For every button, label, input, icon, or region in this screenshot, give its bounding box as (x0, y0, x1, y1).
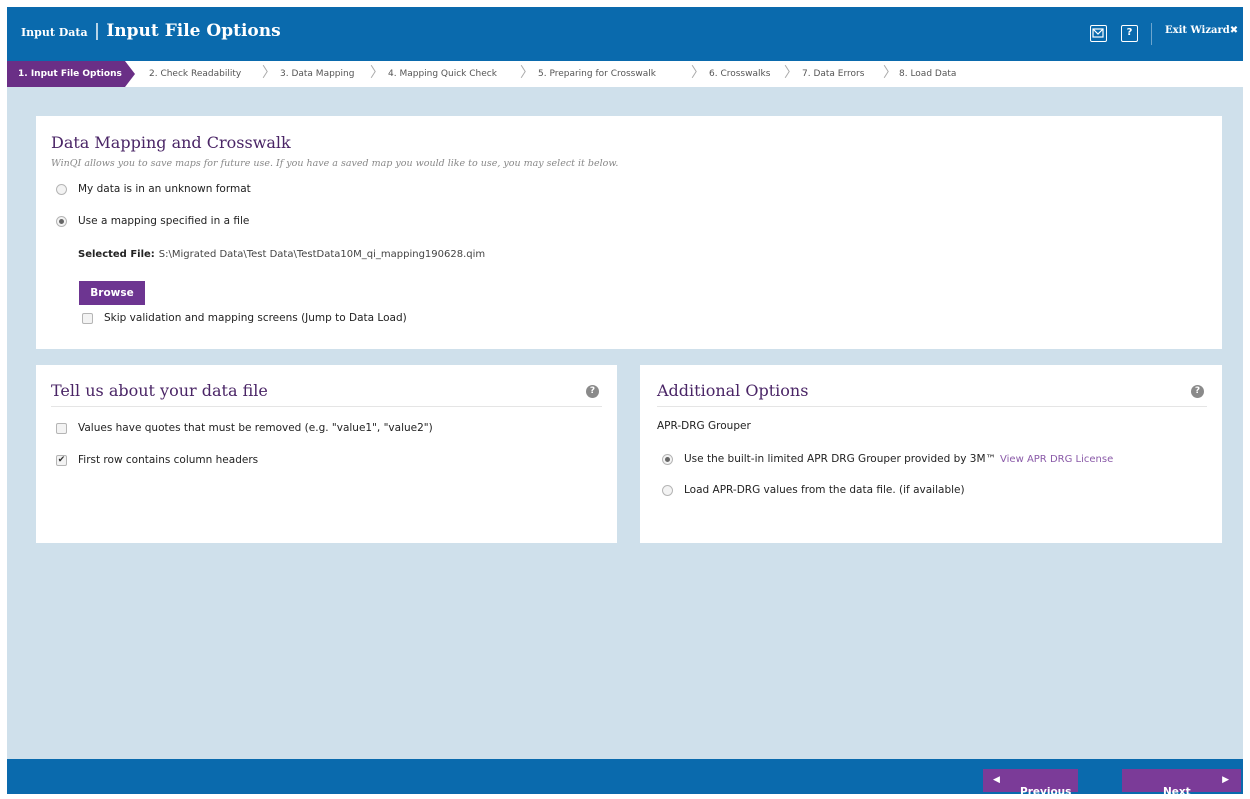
chevron-right-icon: 〉 (691, 65, 705, 81)
close-icon: ✖ (1229, 25, 1239, 36)
load-apr-drg-option[interactable]: Load APR-DRG values from the data file. … (662, 484, 965, 496)
step-check-readability[interactable]: 2. Check Readability (149, 61, 241, 87)
selected-file-row: Selected File: S:\Migrated Data\Test Dat… (78, 249, 485, 260)
skip-validation-label: Skip validation and mapping screens (Jum… (104, 312, 407, 324)
data-mapping-subtitle: WinQI allows you to save maps for future… (51, 158, 619, 169)
mail-icon (1092, 28, 1104, 38)
step-load-data[interactable]: 8. Load Data (899, 61, 956, 87)
step-data-errors[interactable]: 7. Data Errors (802, 61, 864, 87)
headers-label: First row contains column headers (78, 454, 259, 466)
footer-bar: ◀ Previous Next ▶ (7, 759, 1243, 794)
additional-options-panel: Additional Options ? APR-DRG Grouper Use… (640, 365, 1222, 543)
selected-file-path: S:\Migrated Data\Test Data\TestData10M_q… (158, 249, 486, 260)
browse-button[interactable]: Browse (79, 281, 145, 305)
arrow-left-icon: ◀ (993, 775, 1000, 785)
data-mapping-panel: Data Mapping and Crosswalk WinQI allows … (36, 116, 1222, 349)
exit-wizard-button[interactable]: Exit Wizard✖ (1165, 25, 1238, 36)
title-separator: | (94, 21, 100, 41)
mapping-file-option[interactable]: Use a mapping specified in a file (56, 215, 249, 227)
panel-divider (51, 406, 602, 407)
chevron-right-icon: 〉 (883, 65, 897, 81)
page-title: Input Data | Input File Options (21, 21, 281, 41)
help-icon[interactable]: ? (586, 385, 599, 398)
header-divider (1151, 23, 1152, 45)
exit-wizard-label: Exit Wizard (1165, 25, 1230, 36)
mapping-file-radio[interactable] (56, 215, 67, 227)
skip-validation-option[interactable]: Skip validation and mapping screens (Jum… (82, 312, 407, 324)
step-bar: 1. Input File Options 2. Check Readabili… (7, 61, 1243, 87)
chevron-right-icon: 〉 (520, 65, 534, 81)
chevron-right-icon: 〉 (784, 65, 798, 81)
builtin-grouper-option[interactable]: Use the built-in limited APR DRG Grouper… (662, 453, 1113, 465)
wizard-frame: Input Data | Input File Options ? Exit W… (7, 7, 1243, 794)
arrow-right-icon: ▶ (1222, 775, 1229, 785)
next-button[interactable]: Next ▶ (1122, 769, 1241, 795)
data-file-title: Tell us about your data file (51, 381, 268, 400)
chevron-right-icon: 〉 (370, 65, 384, 81)
builtin-grouper-radio[interactable] (662, 453, 673, 465)
unknown-format-option[interactable]: My data is in an unknown format (56, 183, 251, 195)
panel-divider (657, 406, 1207, 407)
mail-button[interactable] (1090, 25, 1107, 42)
step-crosswalks[interactable]: 6. Crosswalks (709, 61, 770, 87)
step-preparing-for-crosswalk[interactable]: 5. Preparing for Crosswalk (538, 61, 656, 87)
help-button[interactable]: ? (1121, 25, 1138, 42)
data-file-panel: Tell us about your data file ? Values ha… (36, 365, 617, 543)
next-label: Next (1163, 785, 1191, 795)
step-data-mapping[interactable]: 3. Data Mapping (280, 61, 354, 87)
unknown-format-radio[interactable] (56, 183, 67, 195)
load-apr-drg-label: Load APR-DRG values from the data file. … (684, 484, 965, 496)
title-main: Input File Options (106, 21, 281, 41)
help-icon: ? (1126, 27, 1133, 38)
headers-option[interactable]: ✔ First row contains column headers (56, 454, 258, 466)
step-input-file-options[interactable]: 1. Input File Options (7, 61, 135, 87)
help-icon[interactable]: ? (1191, 385, 1204, 398)
quotes-checkbox[interactable] (56, 422, 67, 434)
data-mapping-title: Data Mapping and Crosswalk (51, 133, 291, 152)
load-apr-drg-radio[interactable] (662, 484, 673, 496)
additional-options-title: Additional Options (657, 381, 809, 400)
unknown-format-label: My data is in an unknown format (78, 183, 251, 195)
quotes-option[interactable]: Values have quotes that must be removed … (56, 422, 433, 434)
selected-file-label: Selected File: (78, 249, 155, 260)
previous-button[interactable]: ◀ Previous (983, 769, 1078, 795)
quotes-label: Values have quotes that must be removed … (78, 422, 433, 434)
apr-drg-grouper-label: APR-DRG Grouper (657, 420, 751, 432)
headers-checkbox[interactable]: ✔ (56, 454, 67, 466)
header-bar: Input Data | Input File Options ? Exit W… (7, 7, 1243, 61)
chevron-right-icon: 〉 (262, 65, 276, 81)
mapping-file-label: Use a mapping specified in a file (78, 215, 250, 227)
previous-label: Previous (1020, 785, 1072, 795)
step-mapping-quick-check[interactable]: 4. Mapping Quick Check (388, 61, 497, 87)
title-section: Input Data (21, 26, 88, 39)
skip-validation-checkbox[interactable] (82, 312, 93, 324)
apr-drg-license-link[interactable]: View APR DRG License (1000, 454, 1113, 465)
builtin-grouper-label: Use the built-in limited APR DRG Grouper… (684, 453, 997, 465)
